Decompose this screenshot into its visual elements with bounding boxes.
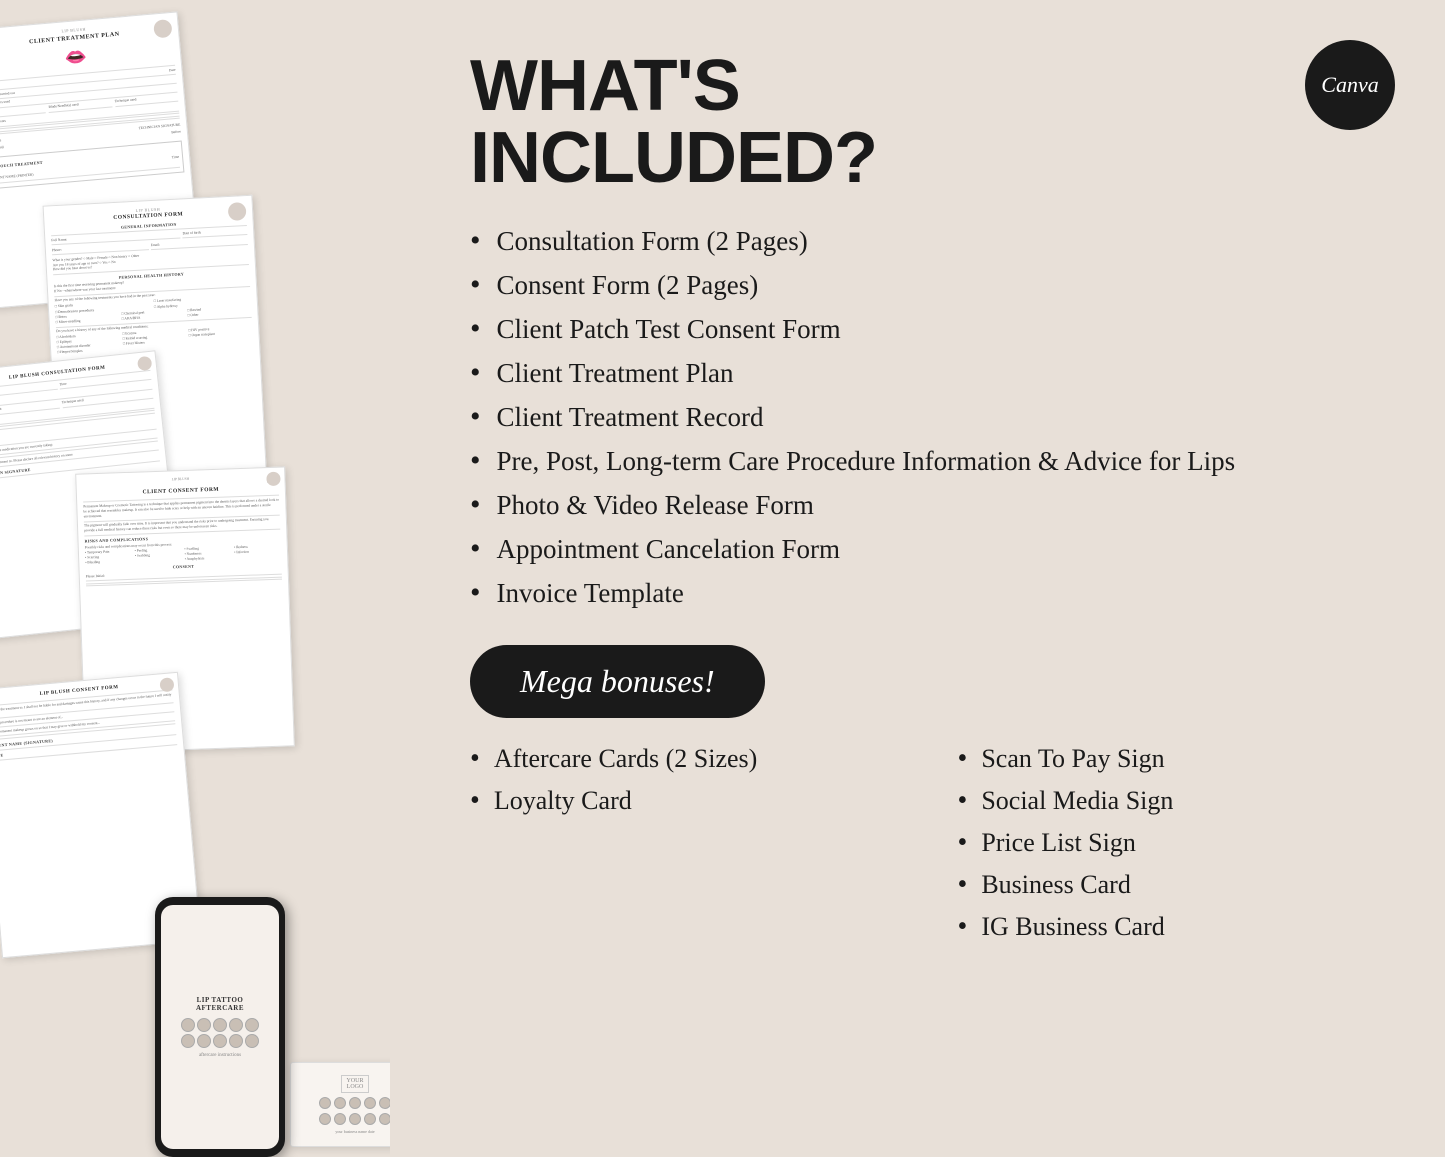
bonus-list-2: Scan To Pay Sign Social Media Sign Price… — [958, 743, 1386, 943]
list-item: Pre, Post, Long-term Care Procedure Info… — [470, 444, 1385, 478]
bonus-list-item: Aftercare Cards (2 Sizes) — [470, 743, 898, 775]
list-item: Invoice Template — [470, 576, 1385, 610]
bonus-list-item: Business Card — [958, 869, 1386, 901]
list-item: Consultation Form (2 Pages) — [470, 224, 1385, 258]
loyalty-card-preview: YOURLOGO your business name date — [290, 1062, 390, 1147]
bonus-list-item: Social Media Sign — [958, 785, 1386, 817]
list-item: Consent Form (2 Pages) — [470, 268, 1385, 302]
bonus-list-item: IG Business Card — [958, 911, 1386, 943]
canva-badge-text: Canva — [1321, 72, 1378, 98]
list-item: Client Treatment Record — [470, 400, 1385, 434]
right-panel: Canva WHAT'S INCLUDED? Consultation Form… — [390, 0, 1445, 1157]
list-item: Client Treatment Plan — [470, 356, 1385, 390]
phone-screen-title: LIP TATTOOaftercare — [196, 996, 244, 1012]
bonus-list-item: Price List Sign — [958, 827, 1386, 859]
main-heading: WHAT'S INCLUDED? — [470, 50, 1385, 194]
bonus-col-1: Aftercare Cards (2 Sizes) Loyalty Card — [470, 743, 898, 953]
logo-placeholder: YOURLOGO — [341, 1075, 368, 1093]
left-panel: LIP BLUSH CLIENT TREATMENT PLAN 👄 Client… — [0, 0, 390, 1157]
bonus-col-2: Scan To Pay Sign Social Media Sign Price… — [958, 743, 1386, 953]
list-item: Photo & Video Release Form — [470, 488, 1385, 522]
card-circles — [319, 1097, 390, 1109]
mega-bonuses-button[interactable]: Mega bonuses! — [470, 645, 765, 718]
bonus-list-1: Aftercare Cards (2 Sizes) Loyalty Card — [470, 743, 898, 817]
list-item: Client Patch Test Consent Form — [470, 312, 1385, 346]
heading-line2: INCLUDED? — [470, 122, 1385, 194]
main-items-list: Consultation Form (2 Pages) Consent Form… — [470, 224, 1385, 620]
bonus-list-item: Scan To Pay Sign — [958, 743, 1386, 775]
bonus-list-item: Loyalty Card — [470, 785, 898, 817]
phone-loyalty-circles — [181, 1018, 259, 1048]
phone-mockup: LIP TATTOOaftercare aftercare instructio… — [155, 897, 285, 1157]
canva-badge: Canva — [1305, 40, 1395, 130]
bonus-columns: Aftercare Cards (2 Sizes) Loyalty Card S… — [470, 743, 1385, 953]
heading-line1: WHAT'S — [470, 50, 1385, 122]
list-item: Appointment Cancelation Form — [470, 532, 1385, 566]
card-circles-2 — [319, 1113, 390, 1125]
mega-bonuses-label: Mega bonuses! — [520, 663, 715, 699]
